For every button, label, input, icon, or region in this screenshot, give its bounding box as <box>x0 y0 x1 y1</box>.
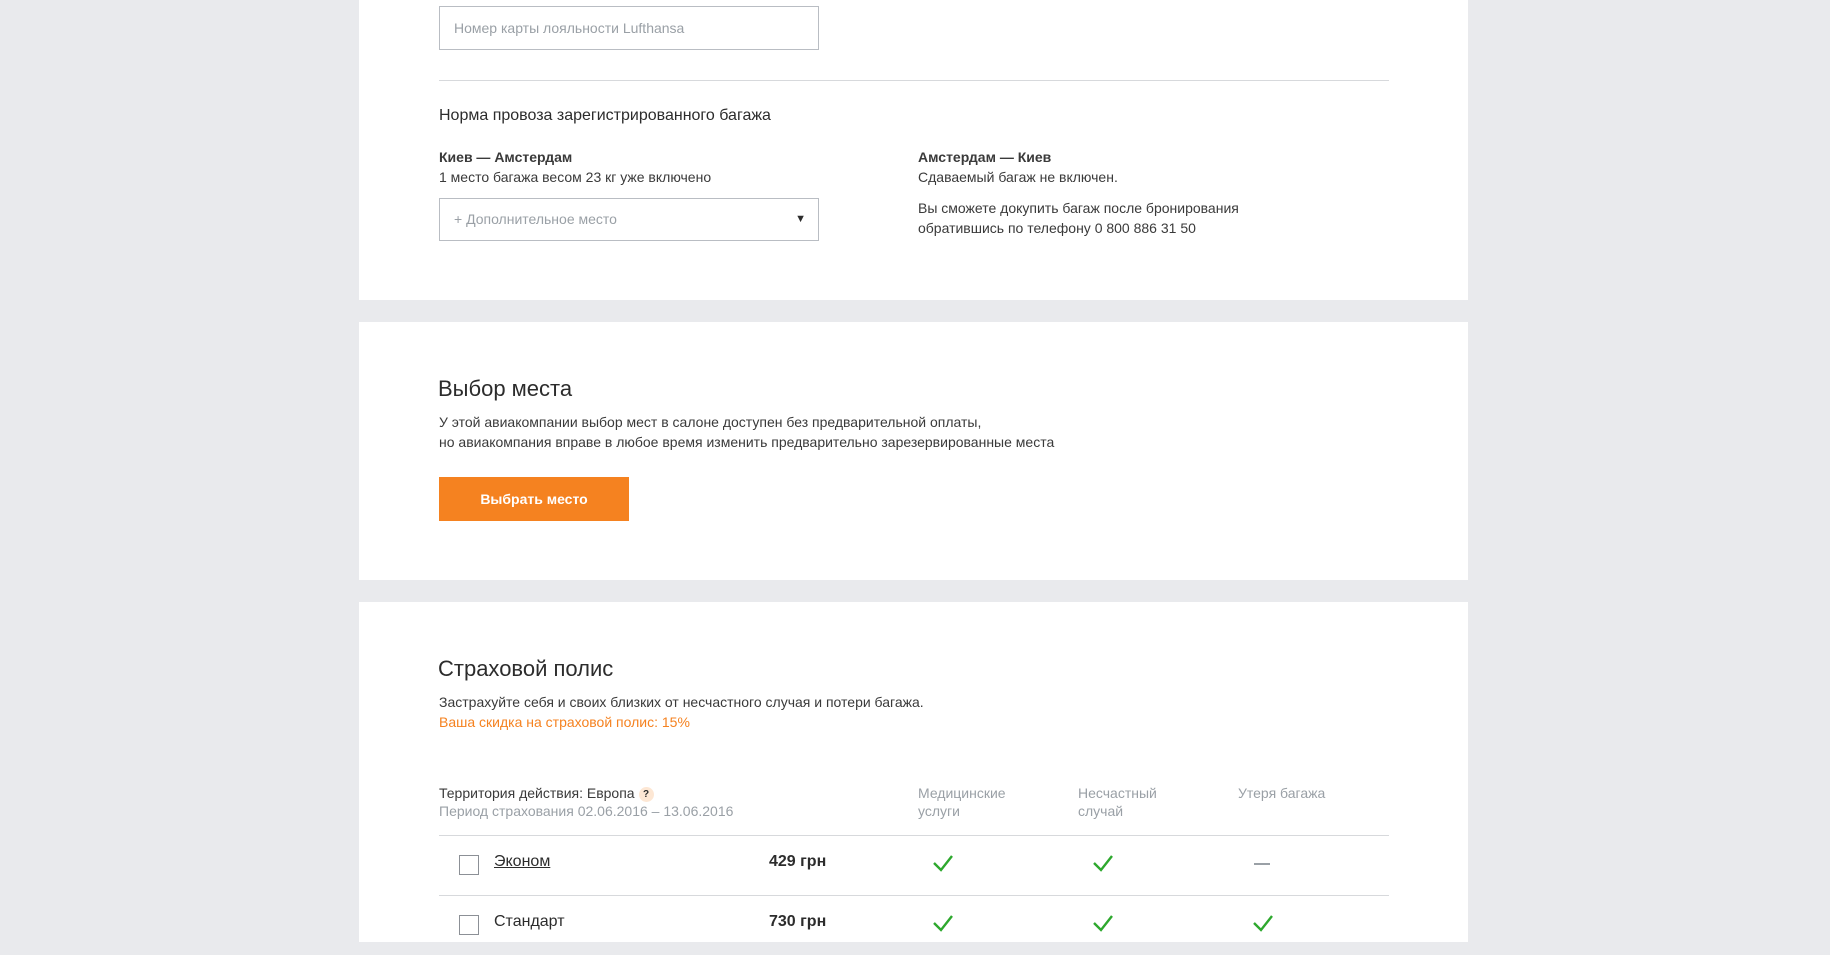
col-accident: Несчастный случай <box>1078 784 1157 820</box>
inbound-note-line2: обратившись по телефону 0 800 886 31 50 <box>918 220 1196 236</box>
loyalty-card-input[interactable] <box>454 7 794 49</box>
baggage-title: Норма провоза зарегистрированного багажа <box>439 107 771 124</box>
col-medical-line2: услуги <box>918 803 960 819</box>
col-baggage: Утеря багажа <box>1238 785 1326 801</box>
loyalty-card-field[interactable] <box>439 6 819 50</box>
caret-down-icon: ▼ <box>795 213 806 225</box>
choose-seat-button[interactable]: Выбрать место <box>439 477 629 521</box>
table-row: Эконом 429 грн <box>439 835 1389 896</box>
dash-icon <box>1254 863 1270 865</box>
inbound-baggage-info: Сдаваемый багаж не включен. <box>918 169 1118 185</box>
inbound-note-line1: Вы сможете докупить багаж после брониров… <box>918 200 1239 216</box>
loyalty-baggage-card: Норма провоза зарегистрированного багажа… <box>359 0 1468 300</box>
col-accident-line1: Несчастный <box>1078 785 1157 801</box>
outbound-route: Киев — Амстердам <box>439 149 573 165</box>
col-accident-line2: случай <box>1078 803 1124 819</box>
territory-line: Территория действия: Европа? <box>439 784 654 802</box>
insurance-title: Страховой полис <box>438 656 614 681</box>
insurance-desc: Застрахуйте себя и своих близких от несч… <box>439 694 924 710</box>
plan-checkbox[interactable] <box>459 855 479 875</box>
seat-desc-line2: но авиакомпания вправе в любое время изм… <box>439 434 1055 450</box>
plan-name[interactable]: Эконом <box>494 853 550 871</box>
check-icon <box>933 855 953 872</box>
plan-price: 429 грн <box>769 853 827 870</box>
plan-name[interactable]: Стандарт <box>494 913 565 931</box>
plan-price: 730 грн <box>769 913 827 930</box>
help-icon[interactable]: ? <box>638 787 654 802</box>
check-icon <box>1093 855 1113 872</box>
extra-baggage-placeholder: + Дополнительное место <box>454 211 617 227</box>
check-icon <box>1093 915 1113 932</box>
check-icon <box>933 915 953 932</box>
col-medical: Медицинские услуги <box>918 784 1006 820</box>
insurance-card: Страховой полис Застрахуйте себя и своих… <box>359 602 1468 942</box>
seat-desc-line1: У этой авиакомпании выбор мест в салоне … <box>439 414 982 430</box>
section-divider <box>439 80 1389 81</box>
inbound-route: Амстердам — Киев <box>918 149 1052 165</box>
col-medical-line1: Медицинские <box>918 785 1006 801</box>
insurance-period: Период страхования 02.06.2016 – 13.06.20… <box>439 803 734 819</box>
table-row: Стандарт 730 грн <box>439 895 1389 955</box>
seat-title: Выбор места <box>438 376 573 401</box>
plan-checkbox[interactable] <box>459 915 479 935</box>
extra-baggage-select[interactable]: + Дополнительное место ▼ <box>439 198 819 241</box>
check-icon <box>1253 915 1273 932</box>
territory-text: Территория действия: Европа <box>439 785 635 801</box>
insurance-discount: Ваша скидка на страховой полис: 15% <box>439 714 690 730</box>
seat-selection-card: Выбор места У этой авиакомпании выбор ме… <box>359 322 1468 580</box>
outbound-baggage-info: 1 место багажа весом 23 кг уже включено <box>439 169 712 185</box>
